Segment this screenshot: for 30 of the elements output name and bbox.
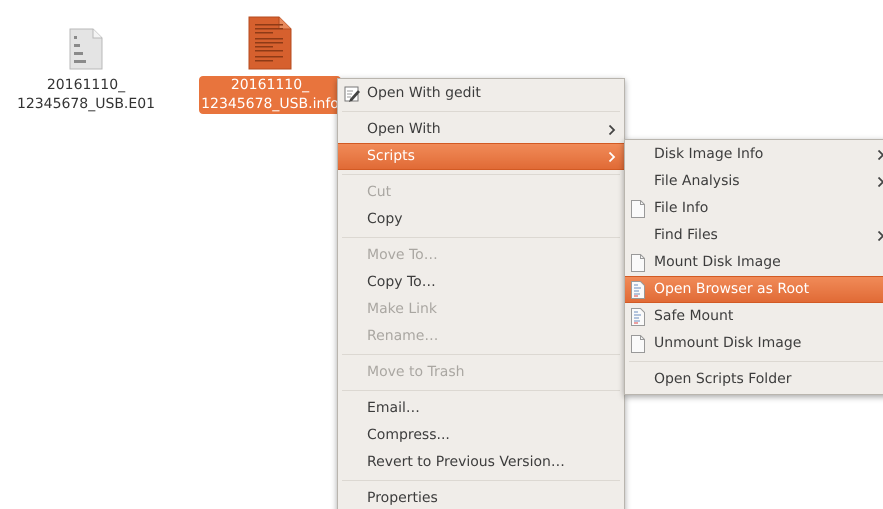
menu-item[interactable]: Disk Image Info bbox=[625, 141, 883, 168]
menu-item[interactable]: File Info bbox=[625, 195, 883, 222]
menu-item[interactable]: Open With bbox=[338, 116, 624, 143]
menu-item[interactable]: Compress... bbox=[338, 422, 624, 449]
menu-item[interactable]: Unmount Disk Image bbox=[625, 330, 883, 357]
menu-item[interactable]: Copy bbox=[338, 206, 624, 233]
document-icon bbox=[631, 200, 645, 218]
chevron-right-icon bbox=[608, 124, 616, 136]
pencil-document-icon bbox=[344, 86, 360, 102]
menu-item[interactable]: Mount Disk Image bbox=[625, 249, 883, 276]
chevron-right-icon bbox=[608, 150, 616, 162]
menu-item[interactable]: Copy To… bbox=[338, 269, 624, 296]
document-icon bbox=[631, 254, 645, 272]
menu-item[interactable]: Open Scripts Folder bbox=[625, 366, 883, 393]
menu-item[interactable]: Email… bbox=[338, 395, 624, 422]
menu-item[interactable]: Revert to Previous Version… bbox=[338, 449, 624, 476]
chevron-right-icon bbox=[877, 148, 883, 160]
binary-file-icon bbox=[69, 28, 103, 70]
text-file-icon bbox=[248, 16, 292, 70]
chevron-right-icon bbox=[877, 230, 883, 242]
file-name-label[interactable]: 20161110_ 12345678_USB.E01 bbox=[14, 76, 158, 114]
script-document-icon bbox=[631, 280, 645, 298]
script-document-icon bbox=[631, 308, 645, 326]
menu-item[interactable]: File Analysis bbox=[625, 168, 883, 195]
menu-item[interactable]: Find Files bbox=[625, 222, 883, 249]
menu-item[interactable]: Properties bbox=[338, 485, 624, 509]
document-icon bbox=[631, 334, 645, 352]
menu-item[interactable]: Safe Mount bbox=[625, 303, 883, 330]
menu-item[interactable]: Open With gedit bbox=[338, 80, 624, 107]
chevron-right-icon bbox=[877, 176, 883, 188]
